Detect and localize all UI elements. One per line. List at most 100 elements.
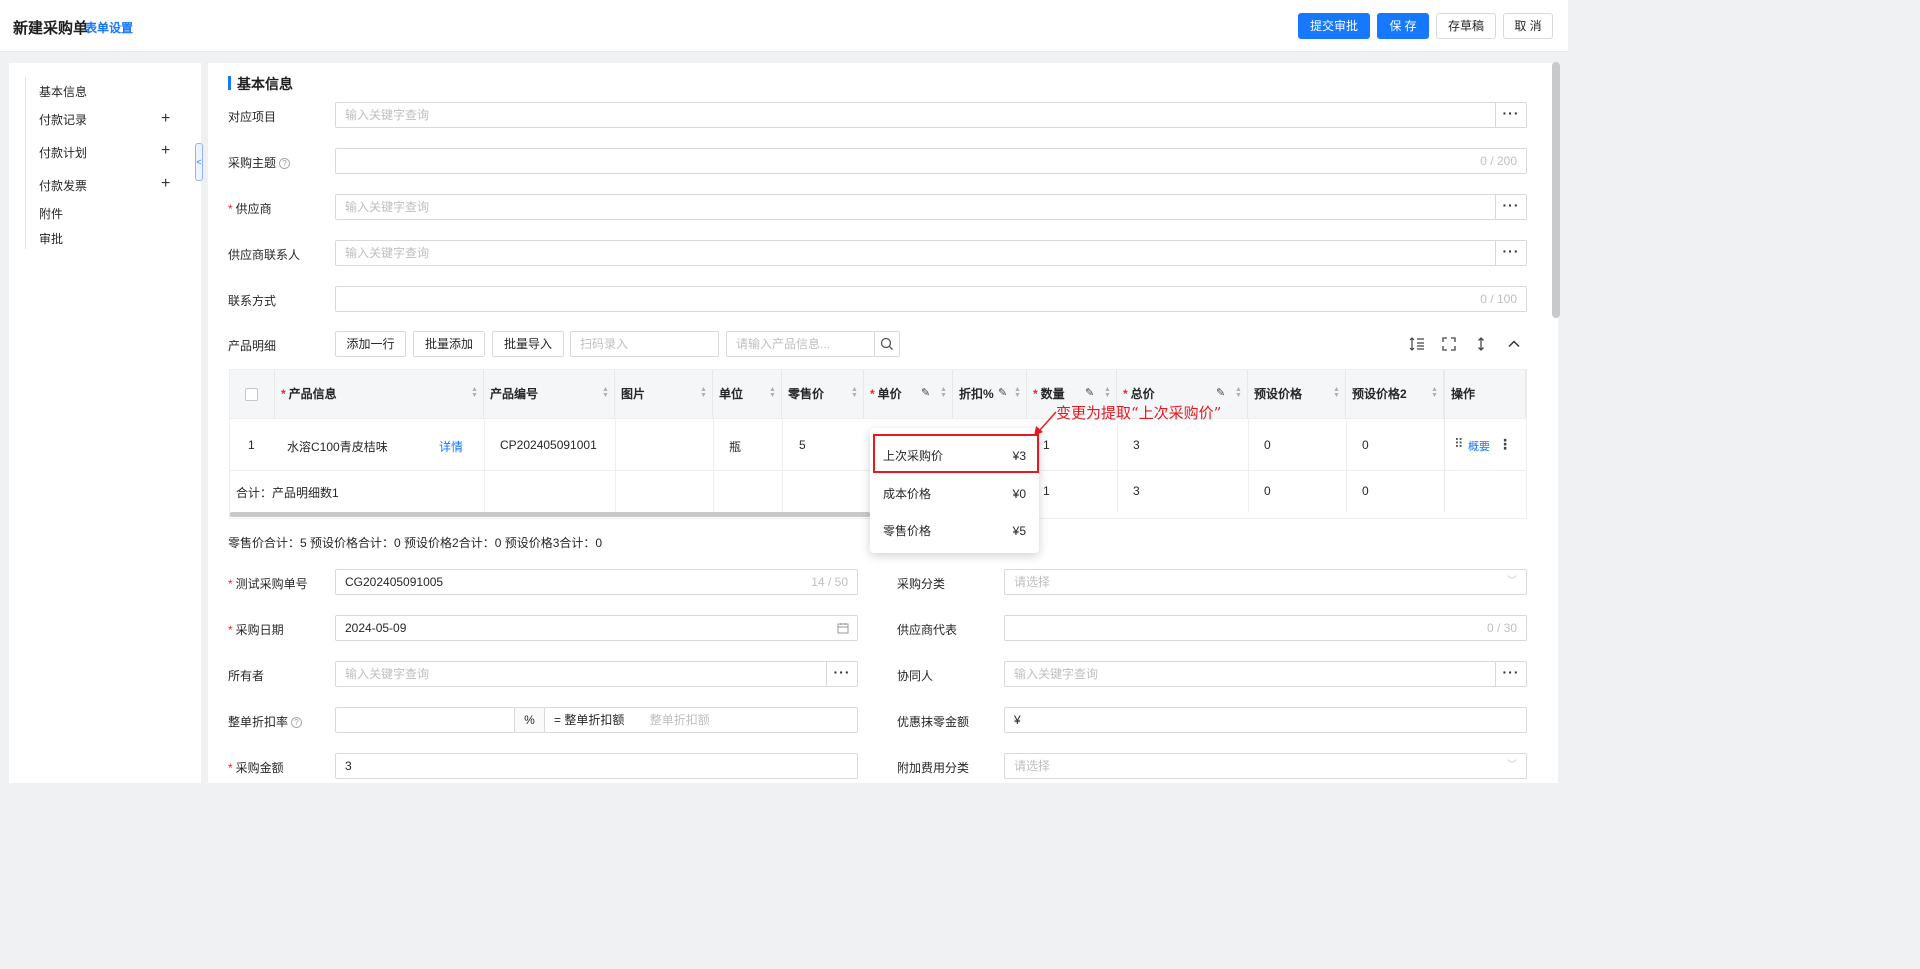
nav-item-approval[interactable]: 审批 bbox=[39, 230, 63, 247]
add-payment-plan-icon[interactable]: + bbox=[161, 143, 170, 159]
project-placeholder: 输入关键字查询 bbox=[345, 108, 430, 122]
sort-icon: ▲ ▼ bbox=[1431, 386, 1438, 399]
collapse-sidebar-icon[interactable]: < bbox=[195, 143, 203, 181]
currency-symbol: ¥ bbox=[1014, 713, 1021, 727]
help-icon[interactable]: ? bbox=[291, 717, 303, 728]
sort-icon: ▲ ▼ bbox=[602, 386, 609, 399]
more-options-icon[interactable]: ··· bbox=[826, 662, 857, 686]
collapse-up-icon[interactable] bbox=[1505, 335, 1523, 353]
help-icon[interactable]: ? bbox=[279, 158, 291, 169]
nav-item-payment-plan[interactable]: 付款计划 bbox=[39, 144, 87, 161]
page-title: 新建采购单 bbox=[13, 20, 89, 37]
sum-preset-price-2: 0 bbox=[1362, 484, 1369, 498]
supplier-input[interactable]: 输入关键字查询 ··· bbox=[335, 194, 1527, 220]
collaborator-placeholder: 输入关键字查询 bbox=[1014, 667, 1099, 681]
save-button[interactable]: 保 存 bbox=[1377, 13, 1429, 39]
product-detail-link[interactable]: 详情 bbox=[439, 438, 463, 455]
subject-input[interactable]: 0 / 200 bbox=[335, 148, 1527, 174]
more-options-icon[interactable]: ··· bbox=[1495, 195, 1526, 219]
subject-char-count: 0 / 200 bbox=[1480, 154, 1517, 168]
product-quantity[interactable]: 1 bbox=[1043, 438, 1050, 452]
collaborator-input[interactable]: 输入关键字查询 ··· bbox=[1004, 661, 1527, 687]
col-retail-price[interactable]: 零售价 ▲ ▼ bbox=[782, 370, 864, 418]
expand-height-icon[interactable] bbox=[1472, 335, 1490, 353]
price-totals: 零售价合计：5 预设价格合计：0 预设价格2合计：0 预设价格3合计：0 bbox=[228, 536, 603, 550]
purchase-date-label: * 采购日期 bbox=[228, 623, 284, 637]
sum-row-label: 合计：产品明细数1 bbox=[236, 486, 339, 500]
search-icon bbox=[880, 337, 893, 350]
col-preset-price[interactable]: 预设价格 ▲ ▼ bbox=[1248, 370, 1346, 418]
col-product-info[interactable]: * 产品信息 ▲ ▼ bbox=[275, 370, 484, 418]
sort-icon: ▲ ▼ bbox=[769, 386, 776, 399]
percent-addon: % bbox=[514, 707, 545, 733]
submit-approval-button[interactable]: 提交审批 bbox=[1298, 13, 1370, 39]
supplier-contact-input[interactable]: 输入关键字查询 ··· bbox=[335, 240, 1527, 266]
col-product-code[interactable]: 产品编号 ▲ ▼ bbox=[484, 370, 615, 418]
category-select[interactable]: 请选择 ﹀ bbox=[1004, 569, 1527, 595]
sort-icon: ▲ ▼ bbox=[1014, 386, 1021, 399]
add-row-button[interactable]: 添加一行 bbox=[335, 331, 406, 357]
product-search-input[interactable]: 请输入产品信息... bbox=[726, 331, 900, 357]
phone-input[interactable]: 0 / 100 bbox=[335, 286, 1527, 312]
col-image[interactable]: 图片 ▲ ▼ bbox=[615, 370, 713, 418]
product-code: CP202405091001 bbox=[500, 438, 597, 452]
sort-icon: ▲ ▼ bbox=[940, 386, 947, 399]
col-unit[interactable]: 单位 ▲ ▼ bbox=[713, 370, 782, 418]
batch-import-button[interactable]: 批量导入 bbox=[492, 331, 564, 357]
batch-add-button[interactable]: 批量添加 bbox=[413, 331, 485, 357]
form-settings-link[interactable]: 表单设置 bbox=[85, 19, 133, 36]
edit-icon: ✎ bbox=[1216, 387, 1226, 399]
nav-item-payment-records[interactable]: 付款记录 bbox=[39, 111, 87, 128]
extra-fee-category-label: 附加费用分类 bbox=[897, 761, 970, 775]
supplier-label-text: 供应商 bbox=[235, 202, 272, 216]
form-main: 基本信息 对应项目 输入关键字查询 ··· 采购主题? 0 / 200 * 供应商… bbox=[208, 63, 1558, 783]
more-options-icon[interactable]: ··· bbox=[1495, 241, 1526, 265]
save-draft-button[interactable]: 存草稿 bbox=[1436, 13, 1496, 39]
supplier-label: * 供应商 bbox=[228, 202, 272, 216]
more-options-icon[interactable]: ··· bbox=[1495, 662, 1526, 686]
fullscreen-icon[interactable] bbox=[1440, 335, 1458, 353]
discount-amount-input[interactable]: = 整单折扣额 整单折扣额 bbox=[544, 707, 858, 733]
select-all-checkbox[interactable] bbox=[245, 388, 258, 401]
col-unit-price[interactable]: * 单价 ✎ ▲ ▼ bbox=[864, 370, 953, 418]
sum-preset-price: 0 bbox=[1264, 484, 1271, 498]
supplier-rep-input[interactable]: 0 / 30 bbox=[1004, 615, 1527, 641]
nav-track-line bbox=[25, 77, 26, 249]
purchase-amount-value: 3 bbox=[345, 759, 352, 773]
table-horizontal-scrollbar[interactable] bbox=[230, 512, 870, 517]
nav-item-payment-invoice[interactable]: 付款发票 bbox=[39, 177, 87, 194]
purchase-date-input[interactable]: 2024-05-09 bbox=[335, 615, 858, 641]
col-discount[interactable]: 折扣% ✎ ▲ ▼ bbox=[953, 370, 1027, 418]
product-total[interactable]: 3 bbox=[1133, 438, 1140, 452]
row-summary-link[interactable]: 概要 bbox=[1468, 438, 1490, 454]
nav-item-attachments[interactable]: 附件 bbox=[39, 205, 63, 222]
products-label: 产品明细 bbox=[228, 339, 277, 353]
cancel-button[interactable]: 取 消 bbox=[1503, 13, 1553, 39]
sort-icon: ▲ ▼ bbox=[1235, 386, 1242, 399]
extra-fee-category-select[interactable]: 请选择 ﹀ bbox=[1004, 753, 1527, 779]
collaborator-label: 协同人 bbox=[897, 669, 934, 683]
dropdown-item-retail-price[interactable]: 零售价格 ¥5 bbox=[870, 514, 1039, 548]
nav-item-basic-info[interactable]: 基本信息 bbox=[39, 83, 87, 100]
add-payment-record-icon[interactable]: + bbox=[161, 111, 170, 127]
wipe-zero-input[interactable]: ¥ bbox=[1004, 707, 1527, 733]
project-input[interactable]: 输入关键字查询 ··· bbox=[335, 102, 1527, 128]
dropdown-item-cost-price[interactable]: 成本价格 ¥0 bbox=[870, 477, 1039, 511]
owner-input[interactable]: 输入关键字查询 ··· bbox=[335, 661, 858, 687]
select-all-header bbox=[230, 370, 275, 418]
row-height-icon[interactable] bbox=[1408, 335, 1426, 353]
sort-icon: ▲ ▼ bbox=[700, 386, 707, 399]
more-options-icon[interactable]: ··· bbox=[1495, 103, 1526, 127]
purchase-amount-input[interactable]: 3 bbox=[335, 753, 858, 779]
page-vertical-scrollbar[interactable] bbox=[1552, 62, 1560, 318]
edit-icon: ✎ bbox=[1085, 387, 1095, 399]
discount-rate-input[interactable] bbox=[335, 707, 515, 733]
search-button[interactable] bbox=[874, 332, 899, 356]
add-payment-invoice-icon[interactable]: + bbox=[161, 176, 170, 192]
product-search-placeholder: 请输入产品信息... bbox=[736, 337, 831, 351]
scan-input[interactable]: 扫码录入 bbox=[570, 331, 719, 357]
col-preset-price-2[interactable]: 预设价格2 ▲ ▼ bbox=[1346, 370, 1444, 418]
drag-handle-icon[interactable]: ⠿ bbox=[1454, 436, 1464, 452]
order-no-input[interactable]: CG202405091005 14 / 50 bbox=[335, 569, 858, 595]
row-more-icon[interactable]: ⋮ bbox=[1498, 436, 1512, 453]
